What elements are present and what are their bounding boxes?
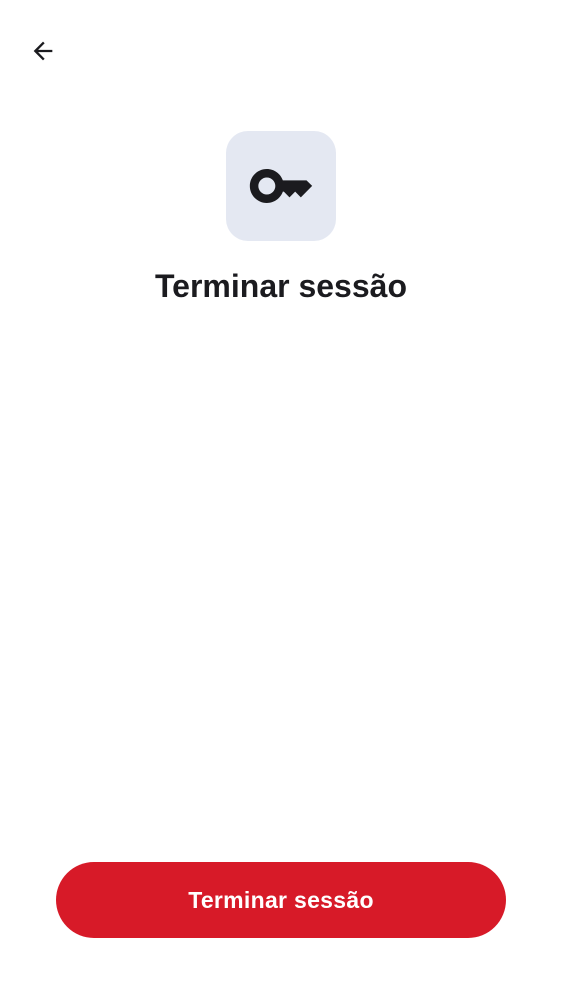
back-button[interactable] — [22, 30, 64, 72]
key-icon-tile — [226, 131, 336, 241]
page-title: Terminar sessão — [155, 268, 407, 304]
arrow-back-icon — [33, 41, 53, 61]
end-session-button[interactable]: Terminar sessão — [56, 862, 506, 938]
key-icon — [249, 169, 313, 203]
